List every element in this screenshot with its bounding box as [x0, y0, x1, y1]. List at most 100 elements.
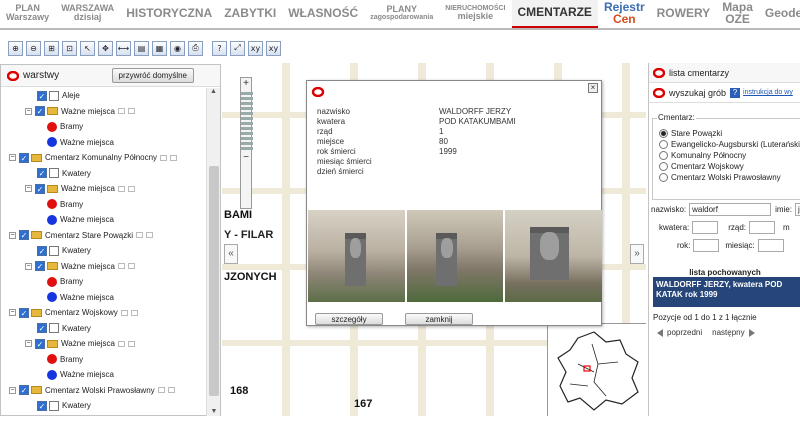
cemetery-radio[interactable]: Cmentarz Wolski Prawosławny: [659, 172, 800, 183]
zoom-extent-icon[interactable]: ⊞: [44, 40, 59, 56]
layer-row[interactable]: −✓Ważne miejsca: [1, 259, 207, 275]
tab-0[interactable]: PLAN Warszawy: [0, 0, 55, 28]
zoom-window-icon[interactable]: ⊡: [62, 40, 77, 56]
tab-8[interactable]: Rejestr Cen: [598, 0, 651, 28]
layer-row[interactable]: − ✓ Cmentarz Wolski Prawosławny: [1, 383, 207, 399]
opacity-icon[interactable]: [157, 387, 165, 394]
settings-icon[interactable]: [170, 154, 178, 161]
tab-9[interactable]: ROWERY: [651, 0, 717, 28]
radio-button[interactable]: [659, 173, 668, 182]
month-input[interactable]: [757, 239, 784, 252]
tab-3[interactable]: ZABYTKI: [218, 0, 282, 28]
scrollbar-thumb[interactable]: [209, 166, 219, 396]
layer-row[interactable]: −✓Ważne miejsca: [1, 181, 207, 197]
layer-row[interactable]: ✓ Kwatery: [1, 321, 207, 337]
layer-row[interactable]: ✓ Kwatery: [1, 398, 207, 414]
collapse-icon[interactable]: −: [9, 309, 16, 317]
collapse-icon[interactable]: −: [25, 340, 32, 348]
layer-row[interactable]: −✓Ważne miejsca: [1, 414, 207, 417]
layer-checkbox[interactable]: ✓: [19, 230, 29, 241]
tab-2[interactable]: HISTORYCZNA: [120, 0, 218, 28]
pan-left-icon[interactable]: «: [224, 244, 238, 264]
layer-checkbox[interactable]: ✓: [35, 261, 45, 272]
prev-link[interactable]: poprzedni: [667, 328, 702, 337]
year-input[interactable]: [693, 239, 720, 252]
collapse-icon[interactable]: −: [9, 231, 16, 239]
opacity-icon[interactable]: [117, 340, 125, 347]
help-icon[interactable]: ?: [212, 40, 227, 56]
select-icon[interactable]: ▤: [134, 40, 149, 56]
layer-row[interactable]: Ważne miejsca: [1, 290, 207, 306]
tab-10[interactable]: Mapa OZE: [716, 0, 759, 28]
next-link[interactable]: następny: [712, 328, 744, 337]
layer-checkbox[interactable]: ✓: [19, 152, 29, 163]
settings-icon[interactable]: [127, 108, 135, 115]
settings-icon[interactable]: [146, 232, 154, 239]
next-icon[interactable]: [748, 328, 755, 337]
settings-icon[interactable]: [127, 263, 135, 270]
fullscreen-icon[interactable]: ⤢: [230, 40, 245, 56]
cemetery-radio[interactable]: Stare Powązki: [659, 128, 800, 139]
coord-xy-icon[interactable]: xy: [248, 40, 263, 56]
details-button[interactable]: szczegóły: [315, 313, 383, 325]
zoom-in-icon[interactable]: ⊕: [8, 40, 23, 56]
layer-row[interactable]: Ważne miejsca: [1, 367, 207, 383]
layer-row[interactable]: ✓ Kwatery: [1, 243, 207, 259]
layer-row[interactable]: Bramy: [1, 352, 207, 368]
zoom-in-icon[interactable]: +: [241, 78, 251, 90]
overview-map[interactable]: [547, 323, 646, 416]
layer-row[interactable]: ✓ Aleje: [1, 88, 207, 104]
cemetery-radio[interactable]: Komunalny Północny: [659, 150, 800, 161]
layer-checkbox[interactable]: ✓: [19, 307, 29, 318]
cemetery-radio[interactable]: Cmentarz Wojskowy: [659, 161, 800, 172]
radio-button[interactable]: [659, 129, 668, 138]
collapse-icon[interactable]: −: [25, 262, 32, 270]
layer-row[interactable]: − ✓ Cmentarz Wojskowy: [1, 305, 207, 321]
zoom-out-icon[interactable]: −: [241, 152, 251, 164]
print-icon[interactable]: ⎙: [188, 40, 203, 56]
layer-checkbox[interactable]: ✓: [37, 323, 47, 334]
layers-icon[interactable]: ▦: [152, 40, 167, 56]
tab-6[interactable]: NIERUCHOMOŚCI miejskie: [439, 0, 511, 28]
globe-icon[interactable]: ◉: [170, 40, 185, 56]
cemetery-radio[interactable]: Ewangelicko-Augsburski (Luterański): [659, 139, 800, 150]
opacity-icon[interactable]: [120, 309, 128, 316]
collapse-icon[interactable]: −: [9, 154, 16, 162]
surname-input[interactable]: waldorf: [689, 203, 772, 216]
layer-checkbox[interactable]: ✓: [35, 106, 45, 117]
settings-icon[interactable]: [127, 340, 135, 347]
radio-button[interactable]: [659, 151, 668, 160]
pan-icon[interactable]: ✥: [98, 40, 113, 56]
firstname-input[interactable]: jer: [795, 203, 800, 216]
layer-row[interactable]: −✓Ważne miejsca: [1, 104, 207, 120]
opacity-icon[interactable]: [117, 108, 125, 115]
help-icon[interactable]: ?: [730, 87, 741, 98]
layer-row[interactable]: −✓Ważne miejsca: [1, 336, 207, 352]
zoom-slider[interactable]: + −: [240, 77, 253, 209]
collapse-icon[interactable]: −: [25, 107, 32, 115]
layer-row[interactable]: − ✓ Cmentarz Komunalny Północny: [1, 150, 207, 166]
settings-icon[interactable]: [130, 309, 138, 316]
close-popup-icon[interactable]: ×: [588, 83, 598, 93]
layer-checkbox[interactable]: ✓: [37, 168, 47, 179]
layer-checkbox[interactable]: ✓: [37, 90, 47, 101]
zoom-out-icon[interactable]: ⊖: [26, 40, 41, 56]
layers-scrollbar[interactable]: ▲ ▼: [206, 88, 220, 416]
coord-xy-icon-2[interactable]: xy: [266, 40, 281, 56]
radio-button[interactable]: [659, 162, 668, 171]
tab-7[interactable]: CMENTARZE: [511, 0, 598, 28]
layer-row[interactable]: Bramy: [1, 119, 207, 135]
opacity-icon[interactable]: [117, 185, 125, 192]
grave-photo-2[interactable]: [406, 210, 504, 302]
tab-4[interactable]: WŁASNOŚĆ: [282, 0, 364, 28]
close-button[interactable]: zamknij: [405, 313, 473, 325]
grave-photo-1[interactable]: [308, 210, 405, 302]
pan-right-icon[interactable]: »: [630, 244, 644, 264]
grave-photo-3[interactable]: [505, 210, 603, 302]
layer-row[interactable]: Ważne miejsca: [1, 135, 207, 151]
collapse-icon[interactable]: −: [9, 386, 16, 394]
tab-5[interactable]: PLANY zagospodarowania: [364, 0, 439, 28]
layer-row[interactable]: − ✓ Cmentarz Stare Powązki: [1, 228, 207, 244]
layer-checkbox[interactable]: ✓: [19, 385, 29, 396]
opacity-icon[interactable]: [136, 232, 144, 239]
